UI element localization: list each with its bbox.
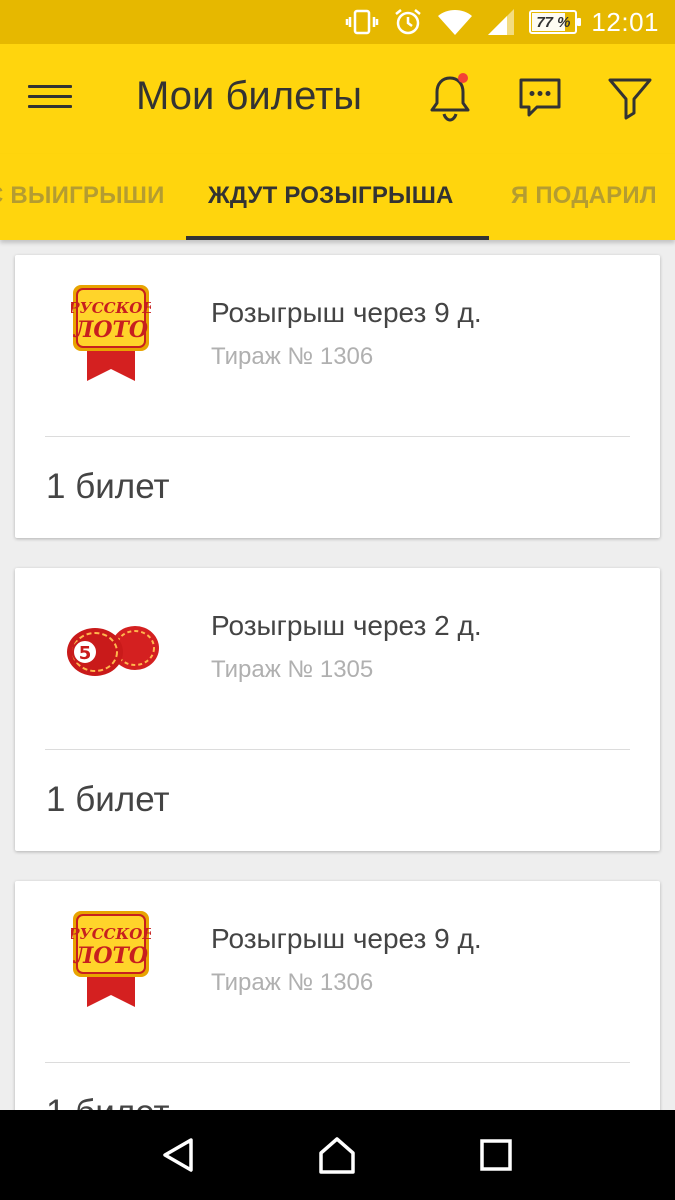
svg-text:РУССКОЕ: РУССКОЕ [71, 925, 151, 943]
russkoe-loto-logo: РУССКОЕ ЛОТО [67, 907, 154, 1011]
draw-countdown: Розыгрыш через 9 д. [211, 297, 482, 328]
svg-text:РУССКОЕ: РУССКОЕ [71, 299, 151, 317]
ticket-count: 1 билет [46, 1093, 170, 1110]
signal-icon [487, 8, 515, 36]
battery-icon: 77 % [529, 10, 582, 34]
clock: 12:01 [591, 6, 659, 37]
tab-awaiting-draw[interactable]: ЖДУТ РОЗЫГРЫША [208, 182, 454, 210]
bell-icon[interactable] [424, 72, 476, 124]
svg-text:ЛОТО: ЛОТО [73, 943, 148, 969]
navigation-bar [0, 1110, 675, 1200]
wifi-icon [437, 8, 473, 36]
recents-icon[interactable] [466, 1125, 526, 1185]
ticket-card[interactable]: 5 Розыгрыш через 2 д. Тираж № 1305 1 бил… [15, 568, 660, 851]
draw-number: Тираж № 1305 [211, 656, 374, 683]
hamburger-menu-icon[interactable] [22, 78, 78, 122]
ticket-card[interactable]: РУССКОЕ ЛОТО Розыгрыш через 9 д. Тираж №… [15, 255, 660, 538]
filter-icon[interactable] [604, 72, 656, 124]
vibrate-icon [345, 9, 379, 35]
chat-icon[interactable] [514, 72, 566, 124]
home-icon[interactable] [307, 1125, 367, 1185]
divider [45, 436, 630, 437]
divider [45, 1062, 630, 1063]
back-icon[interactable] [149, 1125, 209, 1185]
page-title: Мои билеты [136, 74, 363, 118]
russkoe-loto-logo: РУССКОЕ ЛОТО [67, 281, 154, 385]
status-bar: 77 % 12:01 [0, 0, 675, 44]
divider [45, 749, 630, 750]
ticket-card[interactable]: РУССКОЕ ЛОТО Розыгрыш через 9 д. Тираж №… [15, 881, 660, 1110]
draw-number: Тираж № 1306 [211, 969, 374, 996]
svg-text:ЛОТО: ЛОТО [73, 317, 148, 343]
draw-number: Тираж № 1306 [211, 343, 374, 370]
draw-countdown: Розыгрыш через 9 д. [211, 923, 482, 954]
svg-text:5: 5 [79, 643, 92, 664]
tab-gifted[interactable]: Я ПОДАРИЛ [511, 182, 657, 210]
ticket-list: РУССКОЕ ЛОТО Розыгрыш через 9 д. Тираж №… [0, 240, 675, 1110]
battery-level: 77 % [536, 13, 571, 31]
ticket-count: 1 билет [46, 780, 170, 819]
tab-bar: С ВЫИГРЫШИ ЖДУТ РОЗЫГРЫША Я ПОДАРИЛ [0, 154, 675, 240]
lotto-barrels-logo: 5 [65, 614, 161, 686]
notification-dot [458, 73, 468, 83]
alarm-icon [393, 7, 423, 37]
app-bar: Мои билеты [0, 44, 675, 154]
ticket-count: 1 билет [46, 467, 170, 506]
draw-countdown: Розыгрыш через 2 д. [211, 610, 482, 641]
tab-winnings[interactable]: С ВЫИГРЫШИ [0, 182, 165, 210]
